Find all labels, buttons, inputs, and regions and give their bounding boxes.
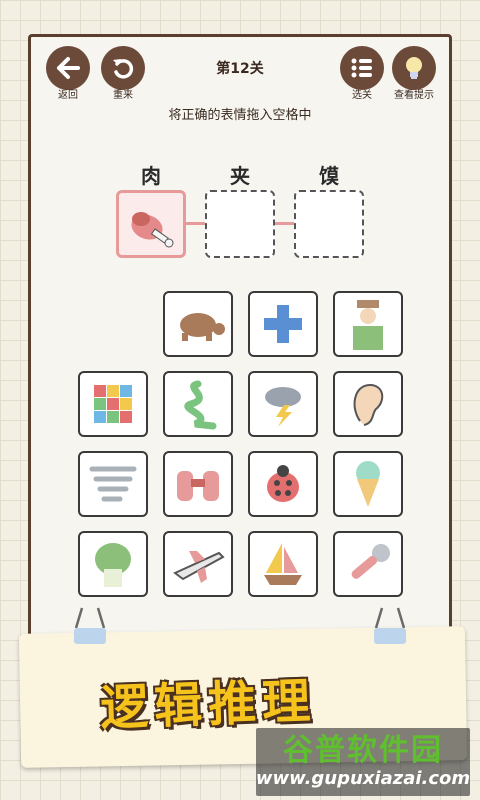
- tile-plus[interactable]: [248, 291, 318, 357]
- thunderstorm-icon: [265, 387, 301, 427]
- restart-label: 重来: [113, 90, 133, 101]
- binder-clip-icon: [372, 604, 408, 654]
- tile-tornado[interactable]: [78, 451, 148, 517]
- rubiks-cube-icon: [94, 385, 132, 423]
- sailboat-icon: [264, 543, 302, 585]
- tile-ice-cream[interactable]: [333, 451, 403, 517]
- puzzle-character-3: 馍: [319, 164, 339, 188]
- tile-ladybug[interactable]: [248, 451, 318, 517]
- watermark-title: 谷普软件园: [283, 733, 443, 768]
- select-level-label: 选关: [352, 90, 372, 101]
- tile-binoculars[interactable]: [163, 451, 233, 517]
- tile-turtle[interactable]: [163, 291, 233, 357]
- list-icon: [351, 58, 372, 78]
- answer-slot-2[interactable]: [205, 190, 275, 258]
- airplane-icon: [173, 551, 225, 583]
- tile-snake[interactable]: [163, 371, 233, 437]
- binoculars-icon: [177, 471, 219, 501]
- ear-icon: [353, 383, 384, 426]
- ladybug-icon: [267, 465, 299, 502]
- hint-button[interactable]: [392, 46, 436, 90]
- hint-label: 查看提示: [394, 90, 434, 101]
- tornado-icon: [89, 466, 137, 502]
- puzzle-character-1: 肉: [141, 164, 161, 188]
- slot-connector: [186, 222, 205, 225]
- slot-connector: [275, 222, 294, 225]
- back-label: 返回: [58, 90, 78, 101]
- turtle-icon: [180, 313, 225, 341]
- lightbulb-icon: [406, 57, 422, 79]
- tile-rubiks-cube[interactable]: [78, 371, 148, 437]
- instruction-text: 将正确的表情拖入空格中: [168, 108, 312, 123]
- farmer-icon: [353, 300, 383, 350]
- watermark: 谷普软件园 www.gupuxiazai.com: [256, 728, 470, 796]
- tile-airplane[interactable]: [163, 531, 233, 597]
- tile-cabbage[interactable]: [78, 531, 148, 597]
- tile-farmer[interactable]: [333, 291, 403, 357]
- binder-clip-icon: [72, 604, 108, 654]
- ice-cream-icon: [356, 461, 380, 507]
- answer-slot-1[interactable]: [116, 190, 186, 258]
- meat-icon: [131, 212, 174, 248]
- plus-icon: [264, 305, 302, 343]
- answer-slot-3[interactable]: [294, 190, 364, 258]
- tile-microphone[interactable]: [333, 531, 403, 597]
- tile-ear[interactable]: [333, 371, 403, 437]
- select-level-button[interactable]: [340, 46, 384, 90]
- tile-sailboat[interactable]: [248, 531, 318, 597]
- microphone-icon: [351, 544, 390, 579]
- puzzle-character-2: 夹: [230, 164, 250, 188]
- tile-thunderstorm[interactable]: [248, 371, 318, 437]
- snake-icon: [184, 380, 217, 430]
- watermark-url: www.gupuxiazai.com: [255, 768, 471, 789]
- cabbage-icon: [95, 543, 131, 587]
